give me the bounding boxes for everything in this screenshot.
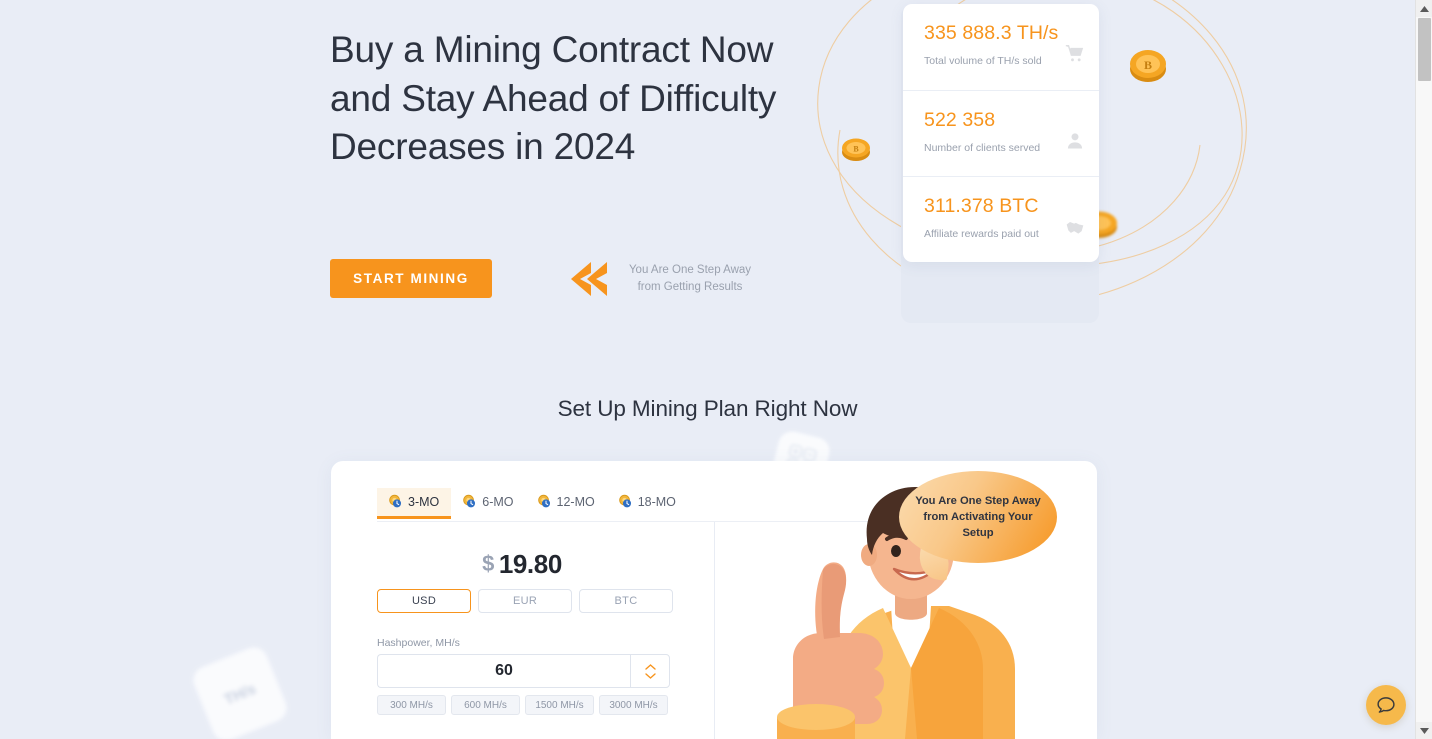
duration-tabs: 3-MO 6-MO 12-MO 18-MO <box>377 488 688 519</box>
chat-bubble-icon <box>1377 697 1395 713</box>
price-display: $ 19.80 <box>377 549 667 580</box>
hashpower-label: Hashpower, MH/s <box>377 637 460 649</box>
svg-text:B: B <box>853 145 859 154</box>
chat-widget-button[interactable] <box>1366 685 1406 725</box>
stat-item: 522 358 Number of clients served <box>903 90 1099 176</box>
hashpower-spinner[interactable] <box>630 654 670 688</box>
bitcoin-coin-icon: B <box>1130 50 1166 82</box>
page-title: Set Up Mining Plan Right Now <box>557 396 858 421</box>
shopping-cart-icon <box>1065 44 1084 62</box>
tab-18-mo[interactable]: 18-MO <box>607 488 688 519</box>
speech-bubble-text: You Are One Step Away from Activating Yo… <box>915 495 1041 539</box>
svg-text:B: B <box>1144 58 1152 72</box>
stat-item: 335 888.3 TH/s Total volume of TH/s sold <box>903 4 1099 90</box>
tab-label: 18-MO <box>637 494 676 509</box>
bitcoin-coin-icon: B <box>842 138 870 161</box>
chevron-down-icon[interactable] <box>644 672 656 679</box>
stat-label: Affiliate rewards paid out <box>924 228 1039 240</box>
coin-clock-icon <box>463 494 476 508</box>
stat-label: Total volume of TH/s sold <box>924 55 1042 67</box>
hero-cta-row: START MINING You Are One Step Away from … <box>330 259 760 298</box>
hero-cta-note: You Are One Step Away from Getting Resul… <box>571 261 760 296</box>
tab-12-mo[interactable]: 12-MO <box>526 488 607 519</box>
coin-clock-icon <box>618 494 631 508</box>
preset-1500[interactable]: 1500 MH/s <box>525 695 594 715</box>
hashpower-stepper <box>377 654 670 688</box>
tab-label: 12-MO <box>556 494 595 509</box>
currency-selector: USD EUR BTC <box>377 589 673 613</box>
stats-card: 335 888.3 TH/s Total volume of TH/s sold… <box>903 4 1099 262</box>
mining-plan-card: 3-MO 6-MO 12-MO 18-MO $ 19.80 USD EUR BT… <box>331 461 1097 739</box>
ths-decoration-tile: TH/s <box>189 643 291 739</box>
preset-300[interactable]: 300 MH/s <box>377 695 446 715</box>
currency-btc-button[interactable]: BTC <box>579 589 673 613</box>
coin-clock-icon <box>389 494 402 508</box>
vertical-scrollbar[interactable] <box>1415 0 1432 739</box>
coin-clock-icon <box>537 494 550 508</box>
stat-item: 311.378 BTC Affiliate rewards paid out <box>903 176 1099 262</box>
preset-3000[interactable]: 3000 MH/s <box>599 695 668 715</box>
hashpower-presets: 300 MH/s 600 MH/s 1500 MH/s 3000 MH/s <box>377 695 668 715</box>
person-icon <box>1067 133 1083 149</box>
stat-value: 311.378 BTC <box>924 195 1039 217</box>
tab-3-mo[interactable]: 3-MO <box>377 488 452 519</box>
tab-label: 3-MO <box>408 494 440 509</box>
stat-label: Number of clients served <box>924 142 1041 154</box>
preset-600[interactable]: 600 MH/s <box>451 695 520 715</box>
speech-bubble: You Are One Step Away from Activating Yo… <box>899 471 1057 563</box>
ths-tile-label: TH/s <box>221 680 259 708</box>
page-root: B B Buy a Mining Contract Now and Stay A… <box>0 0 1432 739</box>
scrollbar-thumb[interactable] <box>1418 18 1431 81</box>
scroll-down-arrow-icon[interactable] <box>1416 722 1432 739</box>
tab-label: 6-MO <box>482 494 514 509</box>
tab-6-mo[interactable]: 6-MO <box>451 488 525 519</box>
hero-title: Buy a Mining Contract Now and Stay Ahead… <box>330 29 777 167</box>
price-currency-symbol: $ <box>482 551 495 576</box>
currency-usd-button[interactable]: USD <box>377 589 471 613</box>
hashpower-input[interactable] <box>377 654 630 688</box>
stat-value: 335 888.3 TH/s <box>924 22 1059 44</box>
handshake-icon <box>1066 222 1084 234</box>
hero-cta-note-text: You Are One Step Away from Getting Resul… <box>628 263 752 293</box>
double-chevron-left-icon <box>571 261 608 296</box>
currency-eur-button[interactable]: EUR <box>478 589 572 613</box>
hero-section: B B Buy a Mining Contract Now and Stay A… <box>0 0 1415 375</box>
price-amount: 19.80 <box>498 549 562 579</box>
scrollbar-track[interactable] <box>1416 17 1432 722</box>
stat-value: 522 358 <box>924 109 996 131</box>
chevron-up-icon[interactable] <box>644 663 656 670</box>
plan-vertical-divider <box>714 522 715 739</box>
scroll-up-arrow-icon[interactable] <box>1416 0 1432 17</box>
start-mining-button[interactable]: START MINING <box>330 259 492 298</box>
